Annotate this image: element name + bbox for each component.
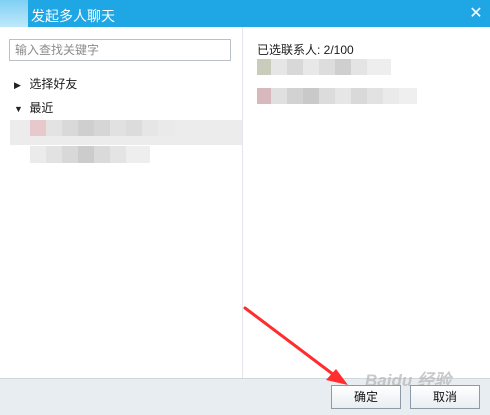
selected-name-pixel [287,59,303,75]
selected-name-pixel [303,59,319,75]
contact-detail-pixel [30,146,46,163]
contact-name-pixel [78,120,94,136]
contact-name-pixel [142,120,158,136]
contact-picker-pane: ▶ 选择好友 ▼ 最近 [0,27,243,378]
caret-down-icon: ▼ [14,104,23,114]
selected-count-label: 已选联系人: 2/100 [257,43,354,57]
contact-name-pixel [110,120,126,136]
contact-detail-pixel [110,146,126,163]
selected-name-pixel [351,88,367,104]
selected-name-pixel [367,88,383,104]
selected-name-pixel [319,88,335,104]
selected-name-pixel [351,59,367,75]
search-input[interactable] [9,39,231,61]
selected-contacts-pane [243,27,490,378]
contact-name-pixel [94,120,110,136]
contact-detail-pixel [46,146,62,163]
selected-name-pixel [271,88,287,104]
selected-name-pixel [399,88,417,104]
selected-name-pixel [367,59,391,75]
selected-name-pixel [319,59,335,75]
contact-name-pixel [62,120,78,136]
contact-name-pixel [46,120,62,136]
selected-name-pixel [335,88,351,104]
contact-detail-pixel [126,146,150,163]
confirm-button[interactable]: 确定 [331,385,401,409]
group-recent[interactable]: ▼ 最近 [14,99,53,117]
contact-name-pixel [158,120,174,136]
contact-detail-pixel [78,146,94,163]
group-friends[interactable]: ▶ 选择好友 [14,75,77,93]
selected-name-pixel [383,88,399,104]
selected-name-pixel [303,88,319,104]
contact-detail-pixel [62,146,78,163]
selected-avatar [257,88,271,104]
group-recent-label: 最近 [29,101,54,115]
selected-name-pixel [271,59,287,75]
selected-name-pixel [335,59,351,75]
contact-avatar [30,120,46,136]
window-title: 发起多人聊天 [31,8,115,24]
app-icon [0,0,28,27]
group-friends-label: 选择好友 [29,77,78,91]
selected-avatar [257,59,271,75]
selected-name-pixel [287,88,303,104]
close-icon[interactable]: ✕ [462,0,490,27]
contact-detail-pixel [94,146,110,163]
title-bar: 发起多人聊天 ✕ [0,0,490,27]
contact-name-pixel [126,120,142,136]
caret-right-icon: ▶ [14,80,21,90]
cancel-button[interactable]: 取消 [410,385,480,409]
